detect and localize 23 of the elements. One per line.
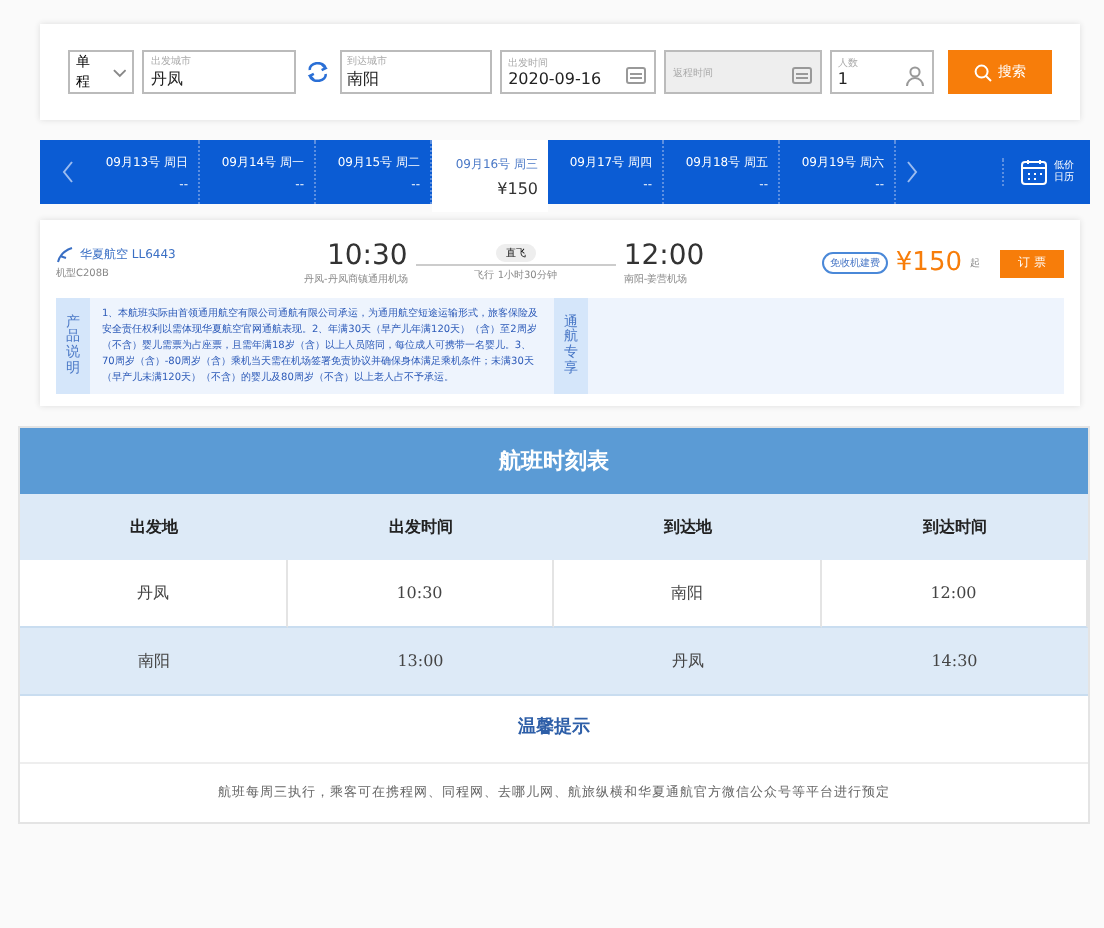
- timetable-title: 航班时刻表: [20, 428, 1088, 494]
- column-header: 出发地: [20, 494, 287, 560]
- table-cell: 13:00: [287, 628, 554, 696]
- column-header: 出发时间: [287, 494, 554, 560]
- flight-price: ¥150: [895, 248, 962, 278]
- arrival-time: 12:00: [623, 240, 705, 272]
- search-icon: [973, 63, 992, 81]
- calendar-icon: [1020, 158, 1048, 186]
- calendar-icon: [791, 66, 812, 84]
- previous-icon[interactable]: [62, 160, 74, 184]
- table-cell: 丹凤: [554, 628, 821, 696]
- table-cell: 14:30: [821, 628, 1088, 696]
- table-cell: 南阳: [20, 628, 287, 696]
- departure-time: 10:30: [326, 240, 408, 272]
- airline-logo-icon: [56, 246, 74, 264]
- next-icon[interactable]: [906, 160, 918, 184]
- column-header: 到达地: [554, 494, 821, 560]
- calendar-icon: [626, 66, 647, 84]
- chevron-icon: [111, 67, 127, 77]
- tips-title: 温馨提示: [20, 696, 1088, 764]
- column-header: 到达时间: [821, 494, 1088, 560]
- person-icon: [905, 66, 924, 86]
- swap-icon[interactable]: [305, 62, 330, 82]
